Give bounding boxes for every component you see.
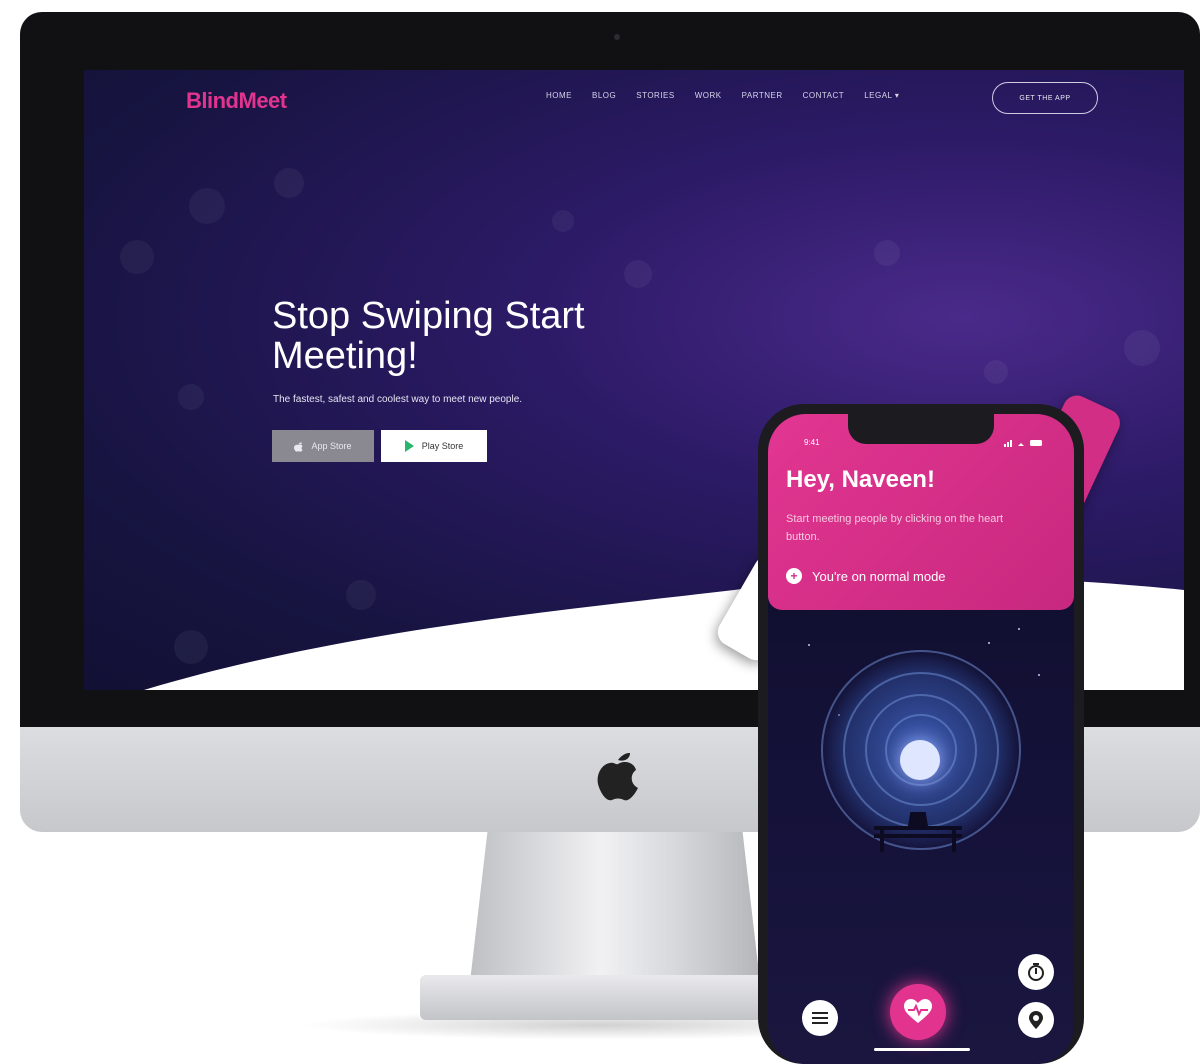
app-store-button[interactable]: App Store [272, 430, 374, 462]
heart-match-button[interactable] [890, 984, 946, 1040]
mode-label: You're on normal mode [812, 568, 946, 584]
hero-title: Stop Swiping Start Meeting! [272, 295, 585, 377]
menu-button[interactable] [802, 1000, 838, 1036]
plus-icon: + [786, 568, 802, 584]
nav-legal-dropdown[interactable]: LEGAL ▾ [864, 91, 899, 100]
location-button[interactable] [1018, 1002, 1054, 1038]
apple-logo-icon [597, 752, 638, 801]
camera-icon [614, 34, 620, 40]
nav-stories[interactable]: STORIES [636, 91, 674, 100]
get-app-button[interactable]: GET THE APP [992, 82, 1098, 114]
hero-subtitle: The fastest, safest and coolest way to m… [273, 394, 523, 405]
greeting-subtext: Start meeting people by clicking on the … [786, 513, 1004, 543]
play-store-button[interactable]: Play Store [381, 430, 487, 462]
phone-screen: 9:41 Hey, Naveen! Start meeting people b… [768, 414, 1074, 1064]
phone-notch [848, 414, 994, 444]
star [988, 642, 990, 644]
star [1018, 628, 1020, 630]
nav-work[interactable]: WORK [695, 91, 722, 100]
iphone-device: 9:41 Hey, Naveen! Start meeting people b… [758, 404, 1084, 1064]
home-indicator[interactable] [874, 1048, 970, 1051]
mode-status[interactable]: + You're on normal mode [786, 568, 946, 584]
heart-icon [904, 999, 932, 1023]
brand-logo[interactable]: BlindMeet [186, 88, 287, 114]
greeting-title: Hey, Naveen! [786, 466, 935, 493]
star [1038, 674, 1040, 676]
apple-icon [294, 441, 304, 452]
nav-partner[interactable]: PARTNER [742, 91, 783, 100]
status-icons [1004, 440, 1042, 447]
nav-blog[interactable]: BLOG [592, 91, 616, 100]
moon-illustration [900, 740, 940, 780]
nav-home[interactable]: HOME [546, 91, 572, 100]
menu-icon [812, 1012, 828, 1024]
imac-stand-base [420, 975, 810, 1020]
imac-stand [470, 832, 760, 982]
play-store-label: Play Store [421, 441, 464, 451]
timer-button[interactable] [1018, 954, 1054, 990]
star [808, 644, 810, 646]
play-store-icon [404, 440, 414, 452]
status-time: 9:41 [804, 438, 820, 447]
app-store-label: App Store [311, 441, 352, 451]
timer-icon [1028, 963, 1044, 981]
location-icon [1029, 1011, 1043, 1029]
nav-contact[interactable]: CONTACT [803, 91, 845, 100]
main-nav: HOME BLOG STORIES WORK PARTNER CONTACT L… [546, 91, 899, 100]
bench-silhouette-icon [874, 812, 962, 852]
